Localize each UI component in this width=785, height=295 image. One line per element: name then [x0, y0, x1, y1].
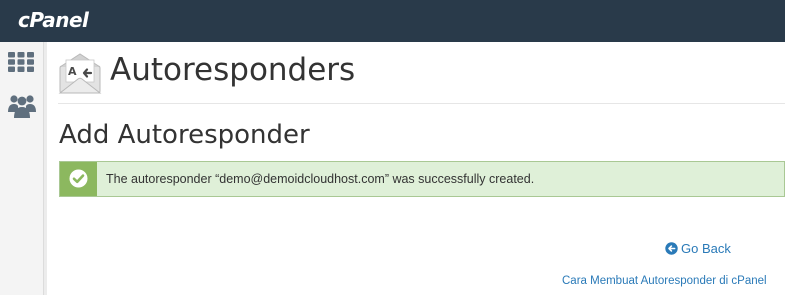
section-title: Add Autoresponder — [59, 120, 310, 150]
arrow-left-circle-icon — [665, 242, 678, 255]
users-icon[interactable] — [7, 92, 37, 120]
help-link[interactable]: Cara Membuat Autoresponder di cPanel — [562, 275, 767, 287]
grid-icon[interactable] — [7, 51, 37, 79]
go-back-label: Go Back — [681, 241, 731, 256]
success-alert: The autoresponder “demo@demoidcloudhost.… — [59, 161, 785, 197]
go-back-link[interactable]: Go Back — [665, 241, 731, 256]
autoresponder-envelope-icon: A — [58, 53, 102, 95]
page-title: Autoresponders — [110, 52, 356, 88]
cpanel-logo[interactable]: cPanel — [18, 8, 89, 32]
top-navbar: cPanel — [0, 0, 785, 42]
title-divider — [58, 103, 785, 104]
alert-icon-box — [60, 162, 97, 196]
check-circle-icon — [69, 169, 88, 188]
alert-message: The autoresponder “demo@demoidcloudhost.… — [106, 172, 535, 186]
svg-text:A: A — [68, 65, 77, 78]
sidebar — [0, 42, 47, 295]
